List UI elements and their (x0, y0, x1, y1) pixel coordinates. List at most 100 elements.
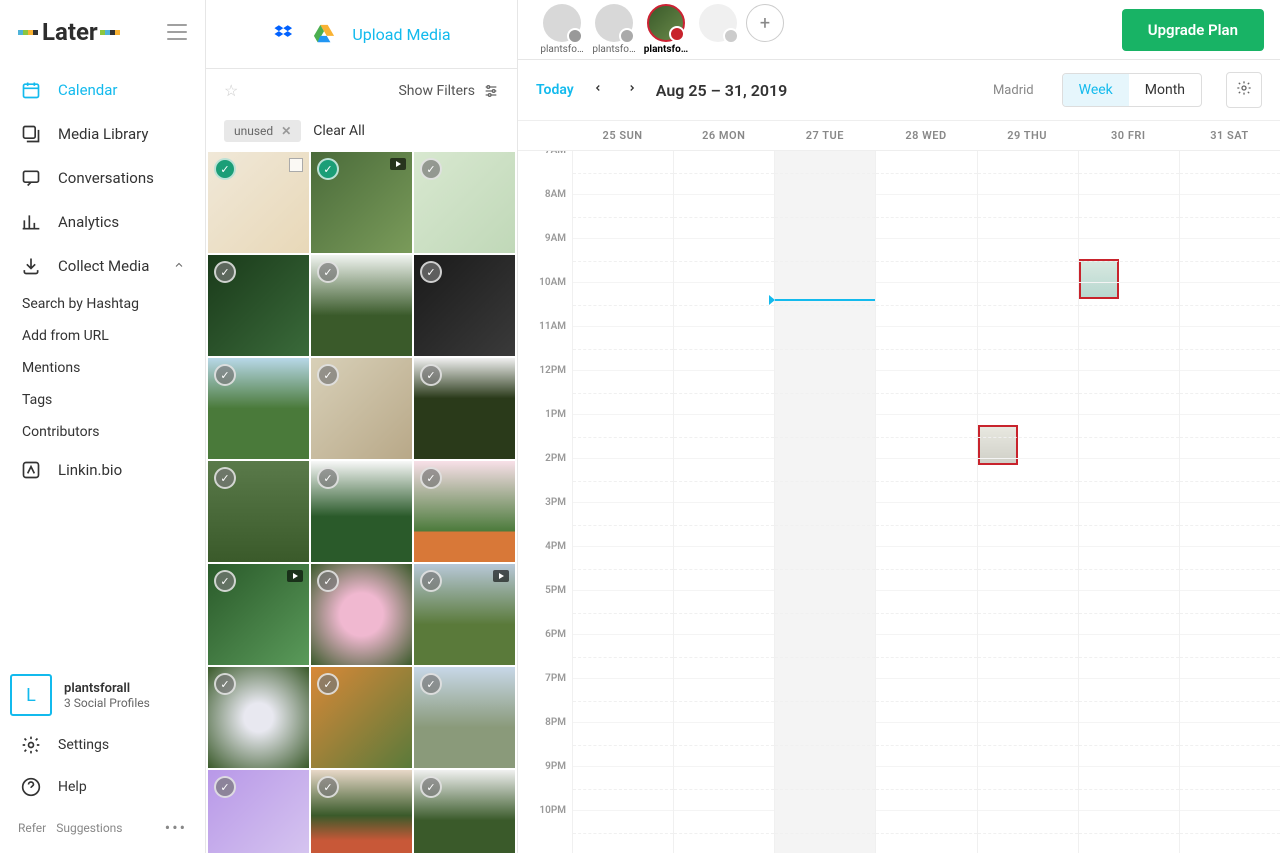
hour-slot[interactable] (573, 151, 673, 195)
hour-slot[interactable] (674, 371, 774, 415)
hour-slot[interactable] (876, 635, 976, 679)
hour-slot[interactable] (978, 723, 1078, 767)
hour-slot[interactable] (978, 503, 1078, 547)
hour-slot[interactable] (1079, 239, 1179, 283)
hour-slot[interactable] (1079, 635, 1179, 679)
nav-search-hashtag[interactable]: Search by Hashtag (0, 288, 205, 320)
hour-slot[interactable] (1079, 767, 1179, 811)
hour-slot[interactable] (573, 591, 673, 635)
hour-slot[interactable] (876, 283, 976, 327)
media-thumb[interactable] (208, 564, 309, 665)
media-thumb[interactable] (311, 358, 412, 459)
menu-toggle-icon[interactable] (167, 24, 187, 40)
nav-collect-media[interactable]: Collect Media (0, 244, 205, 288)
logo[interactable]: Later (18, 18, 124, 46)
media-thumb[interactable] (414, 152, 515, 253)
hour-slot[interactable] (1180, 283, 1280, 327)
close-icon[interactable]: ✕ (281, 124, 291, 138)
hour-slot[interactable] (573, 503, 673, 547)
hour-slot[interactable] (978, 415, 1078, 459)
hour-slot[interactable] (978, 679, 1078, 723)
nav-media-library[interactable]: Media Library (0, 112, 205, 156)
media-thumb[interactable] (208, 770, 309, 853)
hour-slot[interactable] (573, 195, 673, 239)
hour-slot[interactable] (978, 547, 1078, 591)
hour-slot[interactable] (573, 327, 673, 371)
hour-slot[interactable] (775, 635, 875, 679)
hour-slot[interactable] (775, 459, 875, 503)
media-thumb[interactable] (311, 667, 412, 768)
hour-slot[interactable] (876, 723, 976, 767)
media-thumb[interactable] (208, 667, 309, 768)
hour-slot[interactable] (775, 283, 875, 327)
hour-slot[interactable] (573, 767, 673, 811)
hour-slot[interactable] (876, 767, 976, 811)
clear-all-button[interactable]: Clear All (313, 123, 365, 139)
hour-slot[interactable] (775, 547, 875, 591)
dropbox-icon[interactable] (272, 22, 296, 46)
hour-slot[interactable] (1079, 459, 1179, 503)
hour-slot[interactable] (775, 767, 875, 811)
nav-linkinbio[interactable]: Linkin.bio (0, 448, 205, 492)
hour-slot[interactable] (978, 459, 1078, 503)
day-col-sun[interactable] (572, 151, 673, 853)
account-switcher[interactable]: L plantsforall 3 Social Profiles (0, 666, 205, 724)
media-thumb[interactable] (208, 461, 309, 562)
media-thumb[interactable] (208, 255, 309, 356)
upgrade-plan-button[interactable]: Upgrade Plan (1122, 9, 1264, 51)
media-thumb[interactable] (311, 152, 412, 253)
hour-slot[interactable] (1079, 723, 1179, 767)
hour-slot[interactable] (876, 503, 976, 547)
nav-tags[interactable]: Tags (0, 384, 205, 416)
hour-slot[interactable] (876, 679, 976, 723)
hour-slot[interactable] (1180, 327, 1280, 371)
hour-slot[interactable] (775, 239, 875, 283)
media-thumb[interactable] (414, 564, 515, 665)
media-thumb[interactable] (414, 461, 515, 562)
hour-slot[interactable] (876, 371, 976, 415)
hour-slot[interactable] (1079, 283, 1179, 327)
hour-slot[interactable] (876, 459, 976, 503)
hour-slot[interactable] (775, 591, 875, 635)
hour-slot[interactable] (876, 195, 976, 239)
hour-slot[interactable] (1180, 195, 1280, 239)
media-thumb[interactable] (311, 461, 412, 562)
hour-slot[interactable] (674, 547, 774, 591)
hour-slot[interactable] (1180, 591, 1280, 635)
media-thumb[interactable] (311, 564, 412, 665)
hour-slot[interactable] (1180, 723, 1280, 767)
hour-slot[interactable] (1079, 679, 1179, 723)
hour-slot[interactable] (876, 151, 976, 195)
hour-slot[interactable] (674, 679, 774, 723)
profile-pinterest[interactable] (647, 4, 685, 42)
hour-slot[interactable] (978, 371, 1078, 415)
more-icon[interactable]: ••• (165, 818, 187, 837)
upload-media-link[interactable]: Upload Media (352, 25, 450, 44)
hour-slot[interactable] (1180, 151, 1280, 195)
hour-slot[interactable] (674, 591, 774, 635)
hour-slot[interactable] (674, 239, 774, 283)
nav-contributors[interactable]: Contributors (0, 416, 205, 448)
profile-facebook[interactable] (595, 4, 633, 42)
nav-settings[interactable]: Settings (0, 724, 205, 766)
profile-instagram[interactable] (543, 4, 581, 42)
day-col-tue[interactable] (774, 151, 875, 853)
nav-add-url[interactable]: Add from URL (0, 320, 205, 352)
hour-slot[interactable] (1180, 811, 1280, 853)
hour-slot[interactable] (1079, 591, 1179, 635)
nav-analytics[interactable]: Analytics (0, 200, 205, 244)
hour-slot[interactable] (978, 239, 1078, 283)
media-thumb[interactable] (414, 255, 515, 356)
hour-slot[interactable] (1180, 679, 1280, 723)
google-drive-icon[interactable] (312, 22, 336, 46)
hour-slot[interactable] (1079, 195, 1179, 239)
hour-slot[interactable] (775, 679, 875, 723)
hour-slot[interactable] (978, 811, 1078, 853)
hour-slot[interactable] (978, 283, 1078, 327)
next-week-button[interactable] (622, 81, 642, 99)
timezone-label[interactable]: Madrid (993, 83, 1034, 98)
hour-slot[interactable] (674, 327, 774, 371)
hour-slot[interactable] (775, 415, 875, 459)
hour-slot[interactable] (978, 767, 1078, 811)
hour-slot[interactable] (1180, 635, 1280, 679)
